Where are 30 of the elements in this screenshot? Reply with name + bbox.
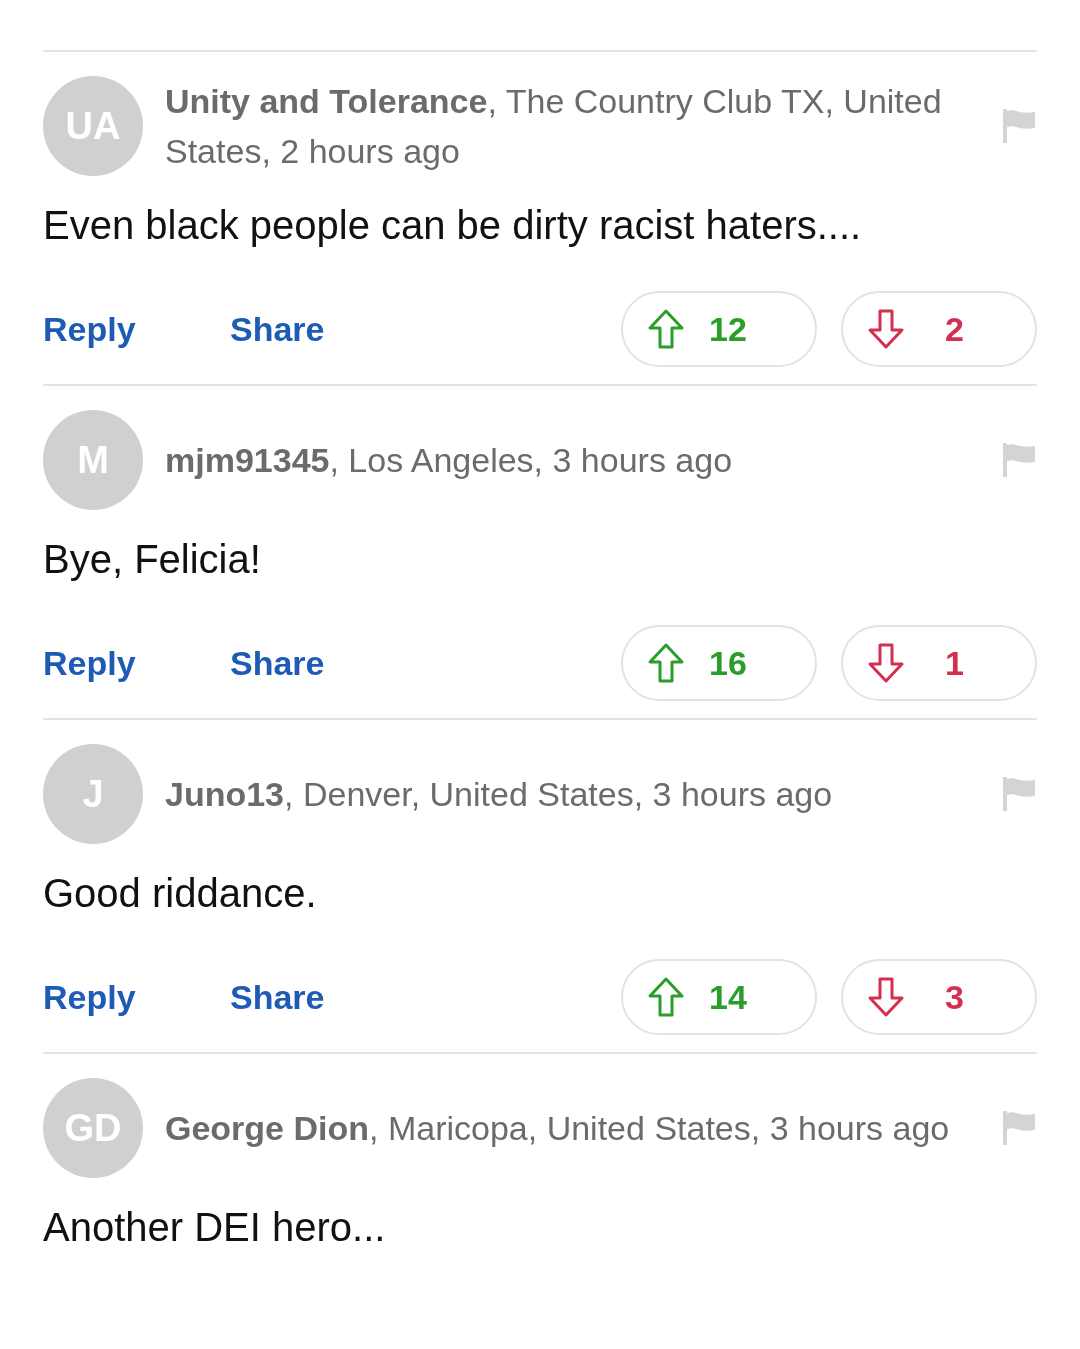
comment-byline: George Dion, Maricopa, United States, 3 hours ago [165,1108,951,1149]
comment-text: Good riddance. [43,870,318,917]
share-link[interactable]: Share [230,637,325,689]
comment-text: Bye, Felicia! [43,536,262,583]
up-arrow-icon [647,308,685,350]
down-arrow-icon [867,976,905,1018]
share-link[interactable]: Share [230,303,325,355]
flag-icon[interactable] [1001,775,1037,813]
upvote-button[interactable]: 12 [621,291,817,367]
reply-link[interactable]: Reply [43,971,230,1023]
upvote-button[interactable]: 16 [621,625,817,701]
comment-byline: Juno13, Denver, United States, 3 hours ago [165,774,834,815]
downvote-button[interactable]: 2 [841,291,1037,367]
share-link[interactable]: Share [230,971,325,1023]
comment-byline: Unity and Tolerance, The Country Club TX, United States, 2 hours ago [165,81,943,172]
flag-icon[interactable] [1001,441,1037,479]
flag-icon[interactable] [1001,107,1037,145]
comment-text: Another DEI hero... [43,1204,387,1251]
up-arrow-icon [647,976,685,1018]
downvote-button[interactable]: 1 [841,625,1037,701]
downvote-button[interactable]: 3 [841,959,1037,1035]
upvote-button[interactable]: 14 [621,959,817,1035]
down-arrow-icon [867,308,905,350]
flag-icon[interactable] [1001,1109,1037,1147]
reply-link[interactable]: Reply [43,303,230,355]
comment-byline: mjm91345, Los Angeles, 3 hours ago [165,440,734,481]
reply-link[interactable]: Reply [43,637,230,689]
down-arrow-icon [867,642,905,684]
up-arrow-icon [647,642,685,684]
comment-text: Even black people can be dirty racist haters.... [43,202,863,249]
